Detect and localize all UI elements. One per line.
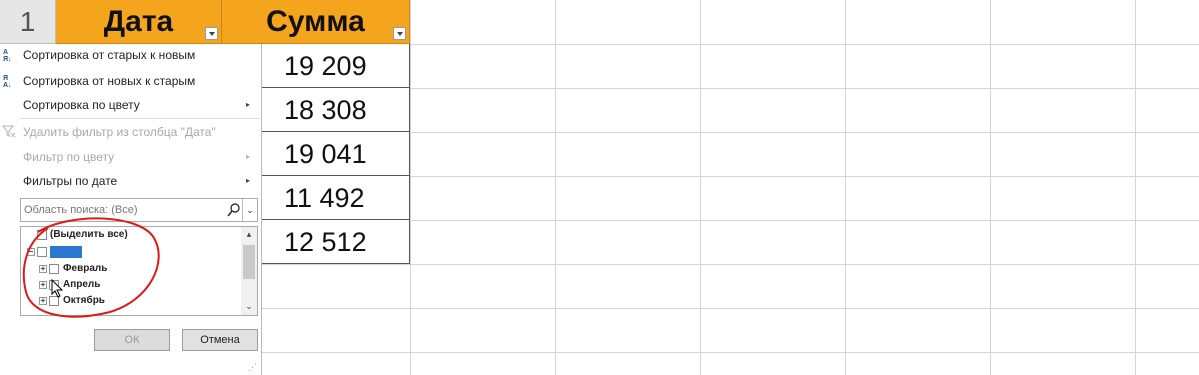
- menu-date-filters[interactable]: Фильтры по дате: [23, 170, 117, 192]
- gridline: [700, 0, 701, 375]
- gridline: [1135, 0, 1136, 375]
- sum-cell[interactable]: 19 209: [262, 44, 410, 88]
- autofilter-dropdown-panel: A Я↓ Сортировка от старых к новым Я A↓ Сор…: [0, 44, 262, 375]
- menu-clear-filter[interactable]: Удалить фильтр из столбца "Дата": [23, 121, 216, 143]
- sort-ascending-icon: A Я↓: [3, 49, 12, 63]
- submenu-arrow-icon: ▸: [246, 100, 251, 109]
- chevron-down-icon[interactable]: ⌄: [242, 199, 257, 221]
- expand-icon[interactable]: +: [39, 297, 47, 305]
- tree-item-label: (Выделить все): [50, 229, 128, 240]
- search-icon[interactable]: [227, 201, 241, 219]
- sum-cell[interactable]: 12 512: [262, 220, 410, 264]
- menu-filter-by-color[interactable]: Фильтр по цвету: [23, 146, 114, 168]
- column-header-date[interactable]: Дата: [56, 0, 222, 44]
- sum-cell[interactable]: 11 492: [262, 176, 410, 220]
- cancel-button[interactable]: Отмена: [182, 329, 258, 351]
- date-filter-dropdown-button[interactable]: [205, 27, 218, 40]
- sum-cell[interactable]: 19 041: [262, 132, 410, 176]
- checkbox[interactable]: [49, 264, 59, 274]
- expand-icon[interactable]: +: [39, 265, 47, 273]
- menu-sort-old-to-new[interactable]: Сортировка от старых к новым: [23, 44, 195, 66]
- search-placeholder: Область поиска: (Все): [24, 204, 138, 216]
- sum-header-label: Сумма: [266, 5, 365, 38]
- tree-item-month[interactable]: + Февраль: [37, 261, 157, 277]
- submenu-arrow-icon: ▸: [246, 176, 251, 185]
- sum-cell[interactable]: 18 308: [262, 88, 410, 132]
- collapse-icon[interactable]: −: [27, 248, 35, 256]
- menu-sort-new-to-old[interactable]: Сортировка от новых к старым: [23, 70, 195, 92]
- tree-item-year[interactable]: −: [25, 244, 105, 260]
- date-header-label: Дата: [103, 5, 174, 38]
- column-header-sum[interactable]: Сумма: [222, 0, 410, 44]
- scroll-down-icon[interactable]: ⌄: [243, 301, 255, 311]
- filter-value-tree[interactable]: (Выделить все) − + Февраль + Апрель + Ок…: [20, 226, 258, 316]
- scroll-up-icon[interactable]: ▴: [243, 229, 255, 239]
- tree-scrollbar[interactable]: ▴ ⌄: [241, 227, 257, 315]
- gridline: [845, 0, 846, 375]
- checkbox[interactable]: [37, 230, 47, 240]
- row-header-1[interactable]: 1: [0, 0, 56, 44]
- scrollbar-thumb[interactable]: [243, 245, 255, 279]
- clear-filter-icon: [2, 125, 16, 138]
- sort-descending-icon: Я A↓: [3, 75, 12, 89]
- expand-icon[interactable]: +: [39, 281, 47, 289]
- ok-button[interactable]: ОК: [94, 329, 170, 351]
- tree-item-label: Февраль: [63, 263, 108, 274]
- submenu-arrow-icon: ▸: [246, 152, 251, 161]
- sum-filter-dropdown-button[interactable]: [393, 27, 406, 40]
- selected-year-label: [50, 246, 82, 258]
- menu-separator: [20, 118, 262, 119]
- resize-grip-icon[interactable]: ⋰: [248, 362, 257, 373]
- tree-item-label: Октябрь: [63, 295, 105, 306]
- filter-search-field[interactable]: Область поиска: (Все) ⌄: [20, 198, 258, 222]
- gridline: [990, 0, 991, 375]
- tree-item-label: Апрель: [63, 279, 101, 290]
- gridline: [410, 0, 411, 375]
- checkbox[interactable]: [37, 247, 47, 257]
- mouse-cursor-icon: [51, 279, 64, 298]
- menu-sort-by-color[interactable]: Сортировка по цвету: [23, 94, 140, 116]
- gridline: [555, 0, 556, 375]
